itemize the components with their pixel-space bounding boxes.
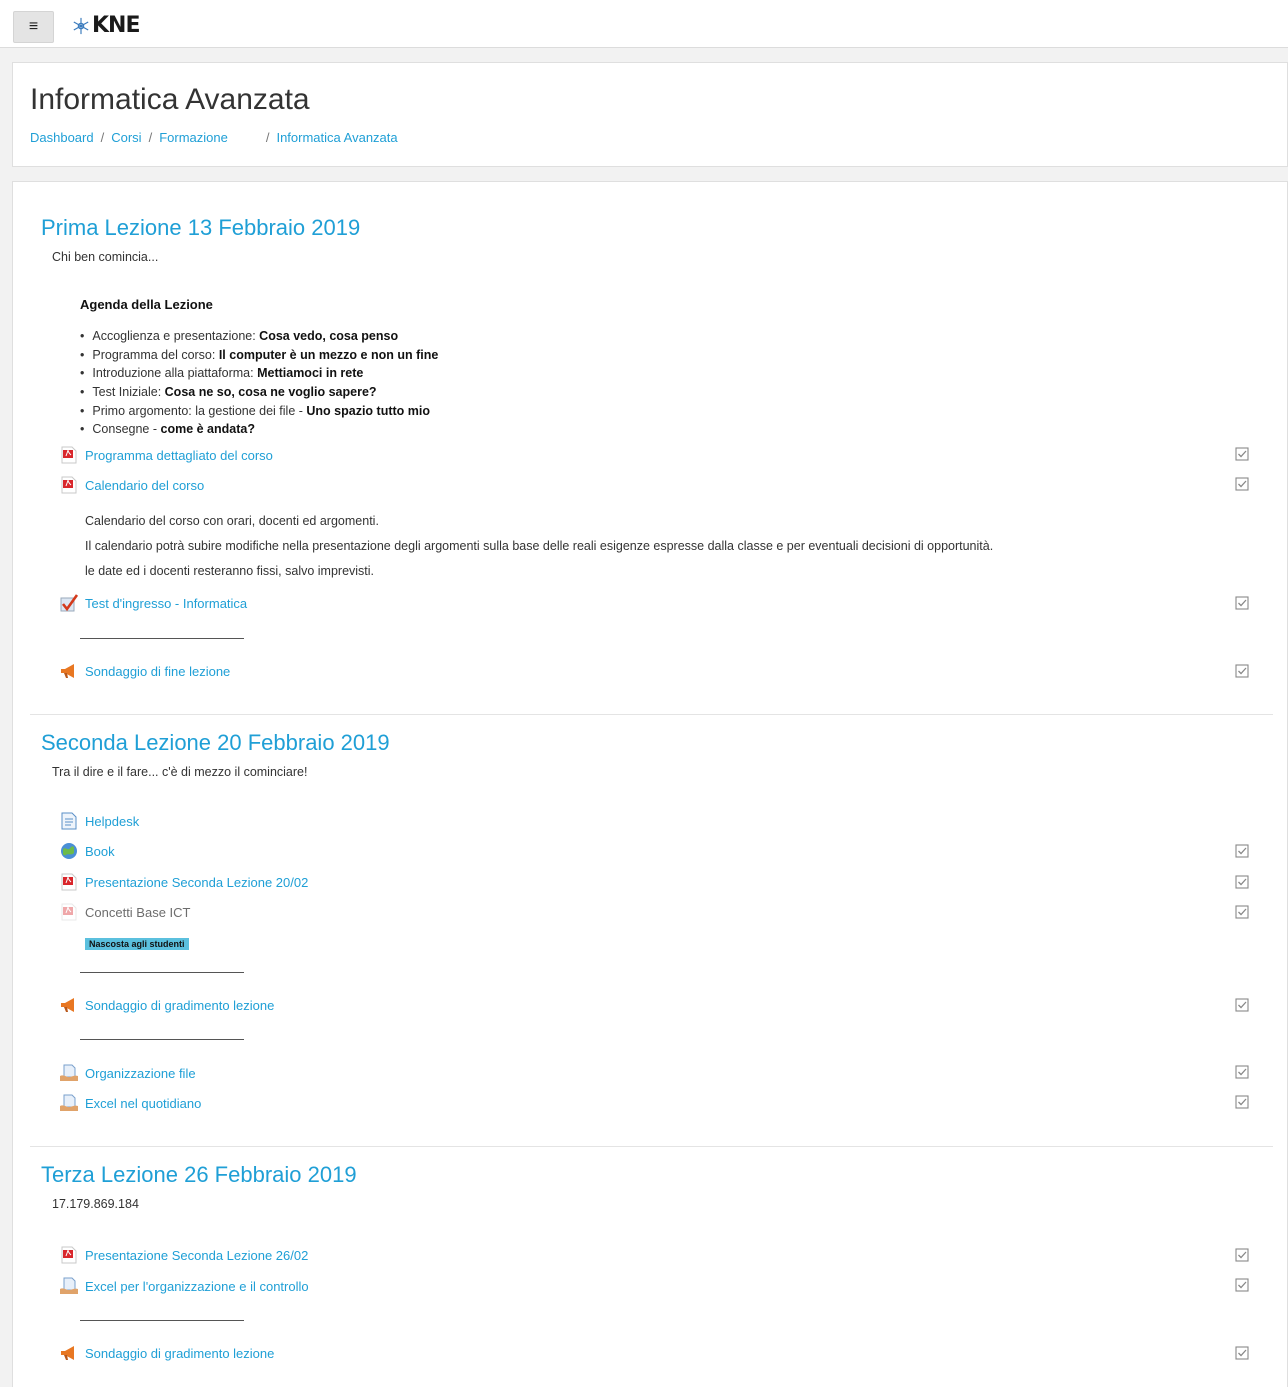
feedback-icon — [59, 1343, 79, 1363]
page-title: Informatica Avanzata — [30, 83, 310, 116]
agenda-heading: Agenda della Lezione — [80, 297, 213, 312]
activity-presentazione-2602[interactable]: Presentazione Seconda Lezione 26/02 — [59, 1244, 308, 1266]
breadcrumb-formazione[interactable]: Formazione — [159, 130, 228, 145]
course-content: Prima Lezione 13 Febbraio 2019 Chi ben c… — [12, 181, 1288, 1387]
activity-link[interactable]: Organizzazione file — [85, 1066, 196, 1081]
page-header: Informatica Avanzata Dashboard / Corsi /… — [12, 62, 1288, 167]
completion-checkbox-icon[interactable] — [1235, 875, 1249, 889]
page-icon — [59, 811, 79, 831]
completion-checkbox-icon[interactable] — [1235, 596, 1249, 610]
separator-line — [80, 1039, 244, 1040]
completion-checkbox-icon[interactable] — [1235, 998, 1249, 1012]
lesson-icon — [59, 1276, 79, 1296]
section-divider — [30, 714, 1273, 715]
breadcrumb-current-course[interactable]: Informatica Avanzata — [276, 130, 397, 145]
activity-presentazione-2002[interactable]: Presentazione Seconda Lezione 20/02 — [59, 871, 308, 893]
activity-link[interactable]: Excel per l'organizzazione e il controll… — [85, 1279, 309, 1294]
brand-logo[interactable]: KNE — [72, 13, 140, 39]
completion-checkbox-icon[interactable] — [1235, 1346, 1249, 1360]
section-title-1[interactable]: Prima Lezione 13 Febbraio 2019 — [41, 215, 360, 241]
completion-checkbox-icon[interactable] — [1235, 1248, 1249, 1262]
hamburger-menu-button[interactable]: ≡ — [13, 11, 54, 43]
breadcrumb-separator: / — [265, 130, 270, 145]
pdf-icon — [59, 1245, 79, 1265]
activity-programma[interactable]: Programma dettagliato del corso — [59, 444, 273, 466]
activity-link[interactable]: Concetti Base ICT — [85, 905, 191, 920]
activity-description: Il calendario potrà subire modifiche nel… — [85, 539, 994, 553]
completion-checkbox-icon[interactable] — [1235, 1065, 1249, 1079]
hidden-badge: Nascosta agli studenti — [85, 938, 189, 950]
agenda-item: Programma del corso: Il computer è un me… — [80, 346, 438, 365]
breadcrumb-separator: / — [148, 130, 153, 145]
activity-description: le date ed i docenti resteranno fissi, s… — [85, 564, 375, 578]
breadcrumb: Dashboard / Corsi / Formazione / Informa… — [30, 130, 398, 145]
activity-sondaggio-gradimento[interactable]: Sondaggio di gradimento lezione — [59, 994, 274, 1016]
agenda-item: Accoglienza e presentazione: Cosa vedo, … — [80, 327, 438, 346]
completion-checkbox-icon[interactable] — [1235, 905, 1249, 919]
completion-checkbox-icon[interactable] — [1235, 1278, 1249, 1292]
activity-helpdesk[interactable]: Helpdesk — [59, 810, 139, 832]
activity-organizzazione-file[interactable]: Organizzazione file — [59, 1062, 196, 1084]
activity-concetti-base[interactable]: Concetti Base ICT — [59, 901, 191, 923]
activity-link[interactable]: Helpdesk — [85, 814, 139, 829]
activity-link[interactable]: Sondaggio di gradimento lezione — [85, 1346, 274, 1361]
activity-link[interactable]: Programma dettagliato del corso — [85, 448, 273, 463]
breadcrumb-dashboard[interactable]: Dashboard — [30, 130, 94, 145]
activity-book[interactable]: Book — [59, 840, 115, 862]
separator-line — [80, 638, 244, 639]
book-icon — [59, 841, 79, 861]
activity-link[interactable]: Calendario del corso — [85, 478, 204, 493]
pdf-icon — [59, 445, 79, 465]
agenda-item: Primo argomento: la gestione dei file - … — [80, 402, 438, 421]
snowflake-logo-icon — [73, 17, 89, 35]
quiz-icon — [59, 593, 79, 613]
lesson-icon — [59, 1063, 79, 1083]
feedback-icon — [59, 661, 79, 681]
completion-checkbox-icon[interactable] — [1235, 844, 1249, 858]
activity-calendario[interactable]: Calendario del corso — [59, 474, 204, 496]
activity-excel-quotidiano[interactable]: Excel nel quotidiano — [59, 1092, 201, 1114]
section-summary-3: 17.179.869.184 — [52, 1197, 139, 1211]
activity-link[interactable]: Test d'ingresso - Informatica — [85, 596, 247, 611]
agenda-item: Test Iniziale: Cosa ne so, cosa ne vogli… — [80, 383, 438, 402]
completion-checkbox-icon[interactable] — [1235, 664, 1249, 678]
separator-line — [80, 972, 244, 973]
section-divider — [30, 1146, 1273, 1147]
pdf-icon — [59, 872, 79, 892]
brand-name: KNE — [92, 13, 140, 38]
activity-link[interactable]: Presentazione Seconda Lezione 26/02 — [85, 1248, 308, 1263]
completion-checkbox-icon[interactable] — [1235, 1095, 1249, 1109]
lesson-icon — [59, 1093, 79, 1113]
pdf-icon — [59, 475, 79, 495]
activity-link[interactable]: Book — [85, 844, 115, 859]
section-title-3[interactable]: Terza Lezione 26 Febbraio 2019 — [41, 1162, 357, 1188]
section-title-2[interactable]: Seconda Lezione 20 Febbraio 2019 — [41, 730, 390, 756]
breadcrumb-corsi[interactable]: Corsi — [111, 130, 141, 145]
hamburger-icon: ≡ — [28, 18, 39, 35]
top-navbar: ≡ KNE — [0, 0, 1288, 48]
section-summary-1: Chi ben comincia... — [52, 250, 159, 264]
activity-description: Calendario del corso con orari, docenti … — [85, 514, 379, 528]
activity-sondaggio-gradimento-3[interactable]: Sondaggio di gradimento lezione — [59, 1342, 274, 1364]
agenda-item: Consegne - come è andata? — [80, 420, 438, 439]
completion-checkbox-icon[interactable] — [1235, 447, 1249, 461]
activity-excel-organizzazione[interactable]: Excel per l'organizzazione e il controll… — [59, 1275, 309, 1297]
activity-link[interactable]: Presentazione Seconda Lezione 20/02 — [85, 875, 308, 890]
completion-checkbox-icon[interactable] — [1235, 477, 1249, 491]
feedback-icon — [59, 995, 79, 1015]
separator-line — [80, 1320, 244, 1321]
activity-test-ingresso[interactable]: Test d'ingresso - Informatica — [59, 592, 247, 614]
breadcrumb-separator: / — [100, 130, 105, 145]
activity-link[interactable]: Sondaggio di gradimento lezione — [85, 998, 274, 1013]
section-summary-2: Tra il dire e il fare... c'è di mezzo il… — [52, 765, 308, 779]
activity-sondaggio-fine[interactable]: Sondaggio di fine lezione — [59, 660, 230, 682]
activity-link[interactable]: Excel nel quotidiano — [85, 1096, 201, 1111]
agenda-list: Accoglienza e presentazione: Cosa vedo, … — [80, 327, 438, 439]
activity-link[interactable]: Sondaggio di fine lezione — [85, 664, 230, 679]
agenda-item: Introduzione alla piattaforma: Mettiamoc… — [80, 364, 438, 383]
pdf-icon — [59, 902, 79, 922]
